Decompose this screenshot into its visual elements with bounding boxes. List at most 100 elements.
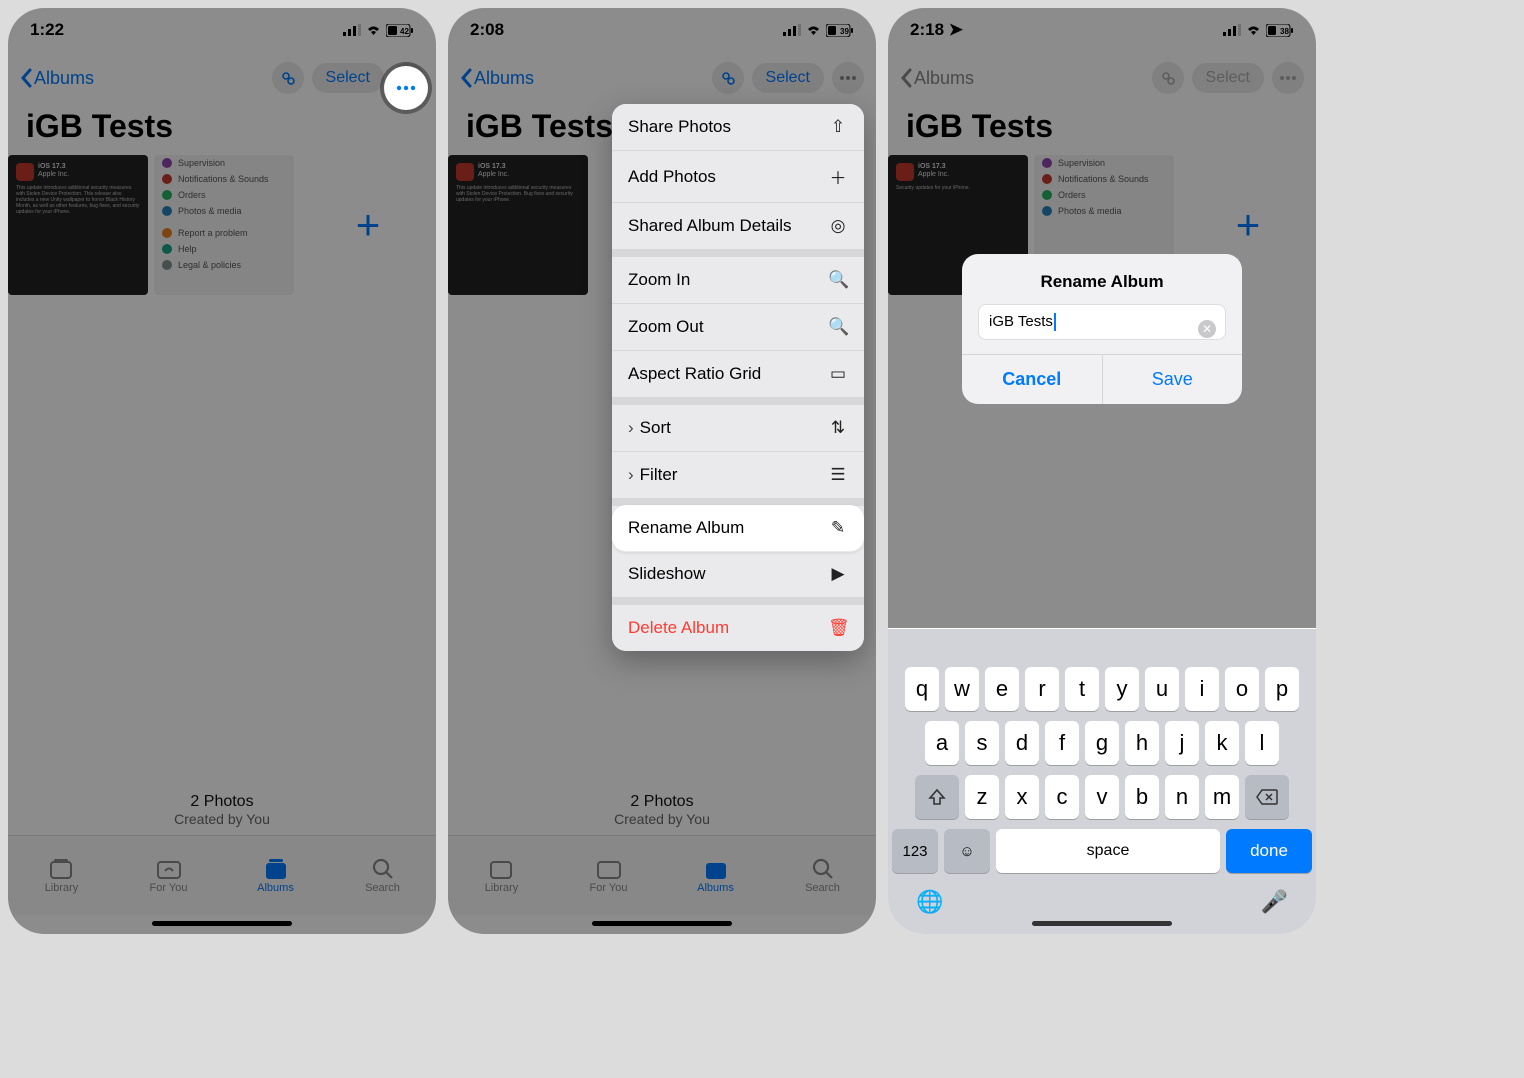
key-z[interactable]: z <box>965 775 999 819</box>
save-button[interactable]: Save <box>1103 355 1243 404</box>
keyboard-row-3: z x c v b n m <box>892 775 1312 819</box>
tab-search[interactable]: Search <box>769 836 876 915</box>
shared-library-icon[interactable] <box>712 62 744 94</box>
battery-icon: 39 <box>826 24 854 37</box>
back-button[interactable]: Albums <box>460 68 534 89</box>
emoji-icon: ☺ <box>959 843 974 860</box>
filter-icon: ☰ <box>828 465 848 485</box>
key-v[interactable]: v <box>1085 775 1119 819</box>
key-g[interactable]: g <box>1085 721 1119 765</box>
key-d[interactable]: d <box>1005 721 1039 765</box>
menu-share-photos[interactable]: Share Photos⇧ <box>612 104 864 151</box>
menu-sort[interactable]: ›Sort⇅ <box>612 405 864 452</box>
rename-album-dialog: Rename Album iGB Tests ✕ Cancel Save <box>962 254 1242 404</box>
tab-bar: Library For You Albums Search <box>448 835 876 915</box>
tab-library[interactable]: Library <box>448 836 555 915</box>
back-label: Albums <box>34 68 94 89</box>
key-l[interactable]: l <box>1245 721 1279 765</box>
tab-for-you[interactable]: For You <box>115 836 222 915</box>
key-b[interactable]: b <box>1125 775 1159 819</box>
key-i[interactable]: i <box>1185 667 1219 711</box>
key-s[interactable]: s <box>965 721 999 765</box>
zoom-in-icon: 🔍 <box>828 270 848 290</box>
shared-library-icon[interactable] <box>272 62 304 94</box>
ellipsis-icon <box>396 85 416 91</box>
home-indicator <box>152 921 292 926</box>
key-o[interactable]: o <box>1225 667 1259 711</box>
menu-zoom-in[interactable]: Zoom In🔍 <box>612 257 864 304</box>
key-numbers[interactable]: 123 <box>892 829 938 873</box>
key-q[interactable]: q <box>905 667 939 711</box>
menu-filter[interactable]: ›Filter☰ <box>612 452 864 499</box>
key-t[interactable]: t <box>1065 667 1099 711</box>
keyboard: q w e r t y u i o p a s d f g h j k l z … <box>888 629 1316 934</box>
tab-search[interactable]: Search <box>329 836 436 915</box>
key-space[interactable]: space <box>996 829 1220 873</box>
key-w[interactable]: w <box>945 667 979 711</box>
pencil-icon: ✎ <box>828 518 848 538</box>
context-menu: Share Photos⇧ Add Photos＋ Shared Album D… <box>612 104 864 651</box>
key-h[interactable]: h <box>1125 721 1159 765</box>
key-a[interactable]: a <box>925 721 959 765</box>
menu-shared-details[interactable]: Shared Album Details◎ <box>612 203 864 250</box>
key-r[interactable]: r <box>1025 667 1059 711</box>
chevron-left-icon <box>460 68 472 88</box>
menu-delete-album[interactable]: Delete Album🗑 <box>612 605 864 651</box>
album-name-input[interactable]: iGB Tests <box>978 304 1226 340</box>
back-button[interactable]: Albums <box>20 68 94 89</box>
menu-add-photos[interactable]: Add Photos＋ <box>612 151 864 203</box>
photo-thumbnail[interactable]: iOS 17.3Apple Inc. This update introduce… <box>8 155 148 295</box>
key-j[interactable]: j <box>1165 721 1199 765</box>
menu-slideshow[interactable]: Slideshow▶ <box>612 551 864 598</box>
key-shift[interactable] <box>915 775 959 819</box>
key-m[interactable]: m <box>1205 775 1239 819</box>
clear-input-icon[interactable]: ✕ <box>1198 320 1216 338</box>
mic-icon[interactable]: 🎤 <box>1261 889 1288 915</box>
clock: 1:22 <box>30 20 64 40</box>
menu-aspect-ratio[interactable]: Aspect Ratio Grid▭ <box>612 351 864 398</box>
key-y[interactable]: y <box>1105 667 1139 711</box>
zoom-out-icon: 🔍 <box>828 317 848 337</box>
key-e[interactable]: e <box>985 667 1019 711</box>
add-photo-tile[interactable]: + <box>300 155 436 295</box>
tab-albums[interactable]: Albums <box>222 836 329 915</box>
globe-icon[interactable]: 🌐 <box>916 889 943 915</box>
select-button[interactable]: Select <box>752 63 824 93</box>
key-emoji[interactable]: ☺ <box>944 829 990 873</box>
tab-bar: Library For You Albums Search <box>8 835 436 915</box>
key-c[interactable]: c <box>1045 775 1079 819</box>
key-n[interactable]: n <box>1165 775 1199 819</box>
key-u[interactable]: u <box>1145 667 1179 711</box>
key-p[interactable]: p <box>1265 667 1299 711</box>
library-icon <box>49 858 75 880</box>
screenshot-step-2: 2:08 39 Albums Select iGB Tests iOS 17.3… <box>448 8 876 934</box>
more-button[interactable] <box>832 62 864 94</box>
cell-signal-icon <box>783 24 801 36</box>
photo-thumbnail[interactable]: iOS 17.3Apple Inc.This update introduces… <box>448 155 588 295</box>
backspace-icon <box>1256 789 1278 805</box>
share-icon: ⇧ <box>828 117 848 137</box>
cancel-button[interactable]: Cancel <box>962 355 1103 404</box>
tab-for-you[interactable]: For You <box>555 836 662 915</box>
tab-albums[interactable]: Albums <box>662 836 769 915</box>
chevron-right-icon: › <box>628 465 634 484</box>
key-f[interactable]: f <box>1045 721 1079 765</box>
trash-icon: 🗑 <box>828 618 848 638</box>
menu-zoom-out[interactable]: Zoom Out🔍 <box>612 304 864 351</box>
tab-library[interactable]: Library <box>8 836 115 915</box>
menu-rename-album[interactable]: Rename Album✎ <box>612 505 864 552</box>
photo-count: 2 Photos <box>8 793 436 811</box>
status-bar: 2:08 39 <box>448 8 876 52</box>
key-done[interactable]: done <box>1226 829 1312 873</box>
highlight-more-button <box>384 66 428 110</box>
key-k[interactable]: k <box>1205 721 1239 765</box>
key-backspace[interactable] <box>1245 775 1289 819</box>
wifi-icon <box>805 24 822 36</box>
search-icon <box>372 858 394 880</box>
select-button[interactable]: Select <box>312 63 384 93</box>
photo-thumbnail[interactable]: Supervision Notifications & Sounds Order… <box>154 155 294 295</box>
svg-text:39: 39 <box>840 27 849 36</box>
screenshot-step-1: 1:22 42 Albums Select iGB Tests iOS 17.3… <box>8 8 436 934</box>
shift-icon <box>928 788 946 806</box>
key-x[interactable]: x <box>1005 775 1039 819</box>
